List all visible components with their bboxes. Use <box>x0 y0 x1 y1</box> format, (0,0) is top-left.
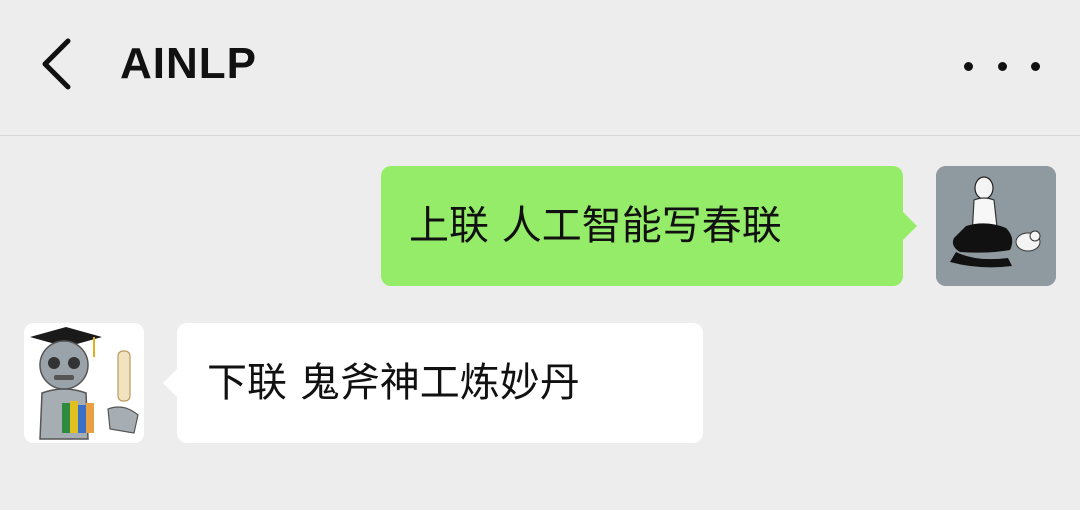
chevron-left-icon <box>42 38 71 90</box>
received-message-bubble[interactable]: 下联 鬼斧神工炼妙丹 <box>163 323 703 443</box>
received-message-text: 下联 鬼斧神工炼妙丹 <box>207 360 580 406</box>
user-avatar[interactable] <box>936 166 1056 286</box>
sent-message-text: 上联 人工智能写春联 <box>409 203 782 249</box>
more-horizontal-icon-dot <box>997 61 1007 71</box>
sent-message-bubble[interactable]: 上联 人工智能写春联 <box>381 166 917 286</box>
more-options-button[interactable] <box>964 44 1040 88</box>
chat-header: AINLP <box>0 0 1080 136</box>
more-horizontal-icon-dot <box>1031 61 1040 71</box>
chat-title: AINLP <box>120 39 257 88</box>
bot-avatar[interactable] <box>24 323 144 443</box>
sketch-figure-icon <box>936 166 1056 286</box>
back-button[interactable] <box>28 34 88 94</box>
more-horizontal-icon <box>964 61 973 71</box>
robot-graduate-icon <box>24 323 144 443</box>
